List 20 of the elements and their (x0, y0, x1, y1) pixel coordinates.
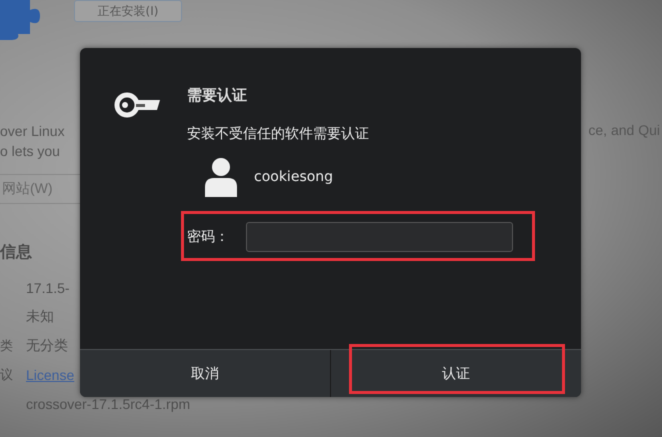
password-label: 密码： (187, 228, 230, 246)
password-field[interactable] (246, 222, 513, 252)
detail-label: 类 (0, 338, 14, 354)
username: cookiesong (254, 169, 334, 185)
detail-value: 无分类 (26, 336, 68, 354)
license-link[interactable]: License (26, 366, 74, 382)
detail-value: 17.1.5- (26, 280, 70, 296)
detail-value: 未知 (26, 308, 54, 326)
description-text: over Linux (0, 122, 65, 140)
authenticate-button[interactable]: 认证 (331, 350, 581, 397)
puzzle-icon (0, 0, 40, 40)
dialog-title: 需要认证 (187, 85, 248, 106)
description-text: o lets you (0, 142, 60, 160)
user-icon (205, 157, 237, 197)
dialog-message: 安装不受信任的软件需要认证 (187, 125, 369, 144)
install-button[interactable]: 正在安装(I) (74, 0, 182, 22)
cancel-button[interactable]: 取消 (80, 350, 330, 397)
key-icon (114, 92, 160, 118)
detail-label: 议 (0, 366, 14, 384)
detail-value: crossover-17.1.5rc4-1.rpm (26, 396, 190, 412)
